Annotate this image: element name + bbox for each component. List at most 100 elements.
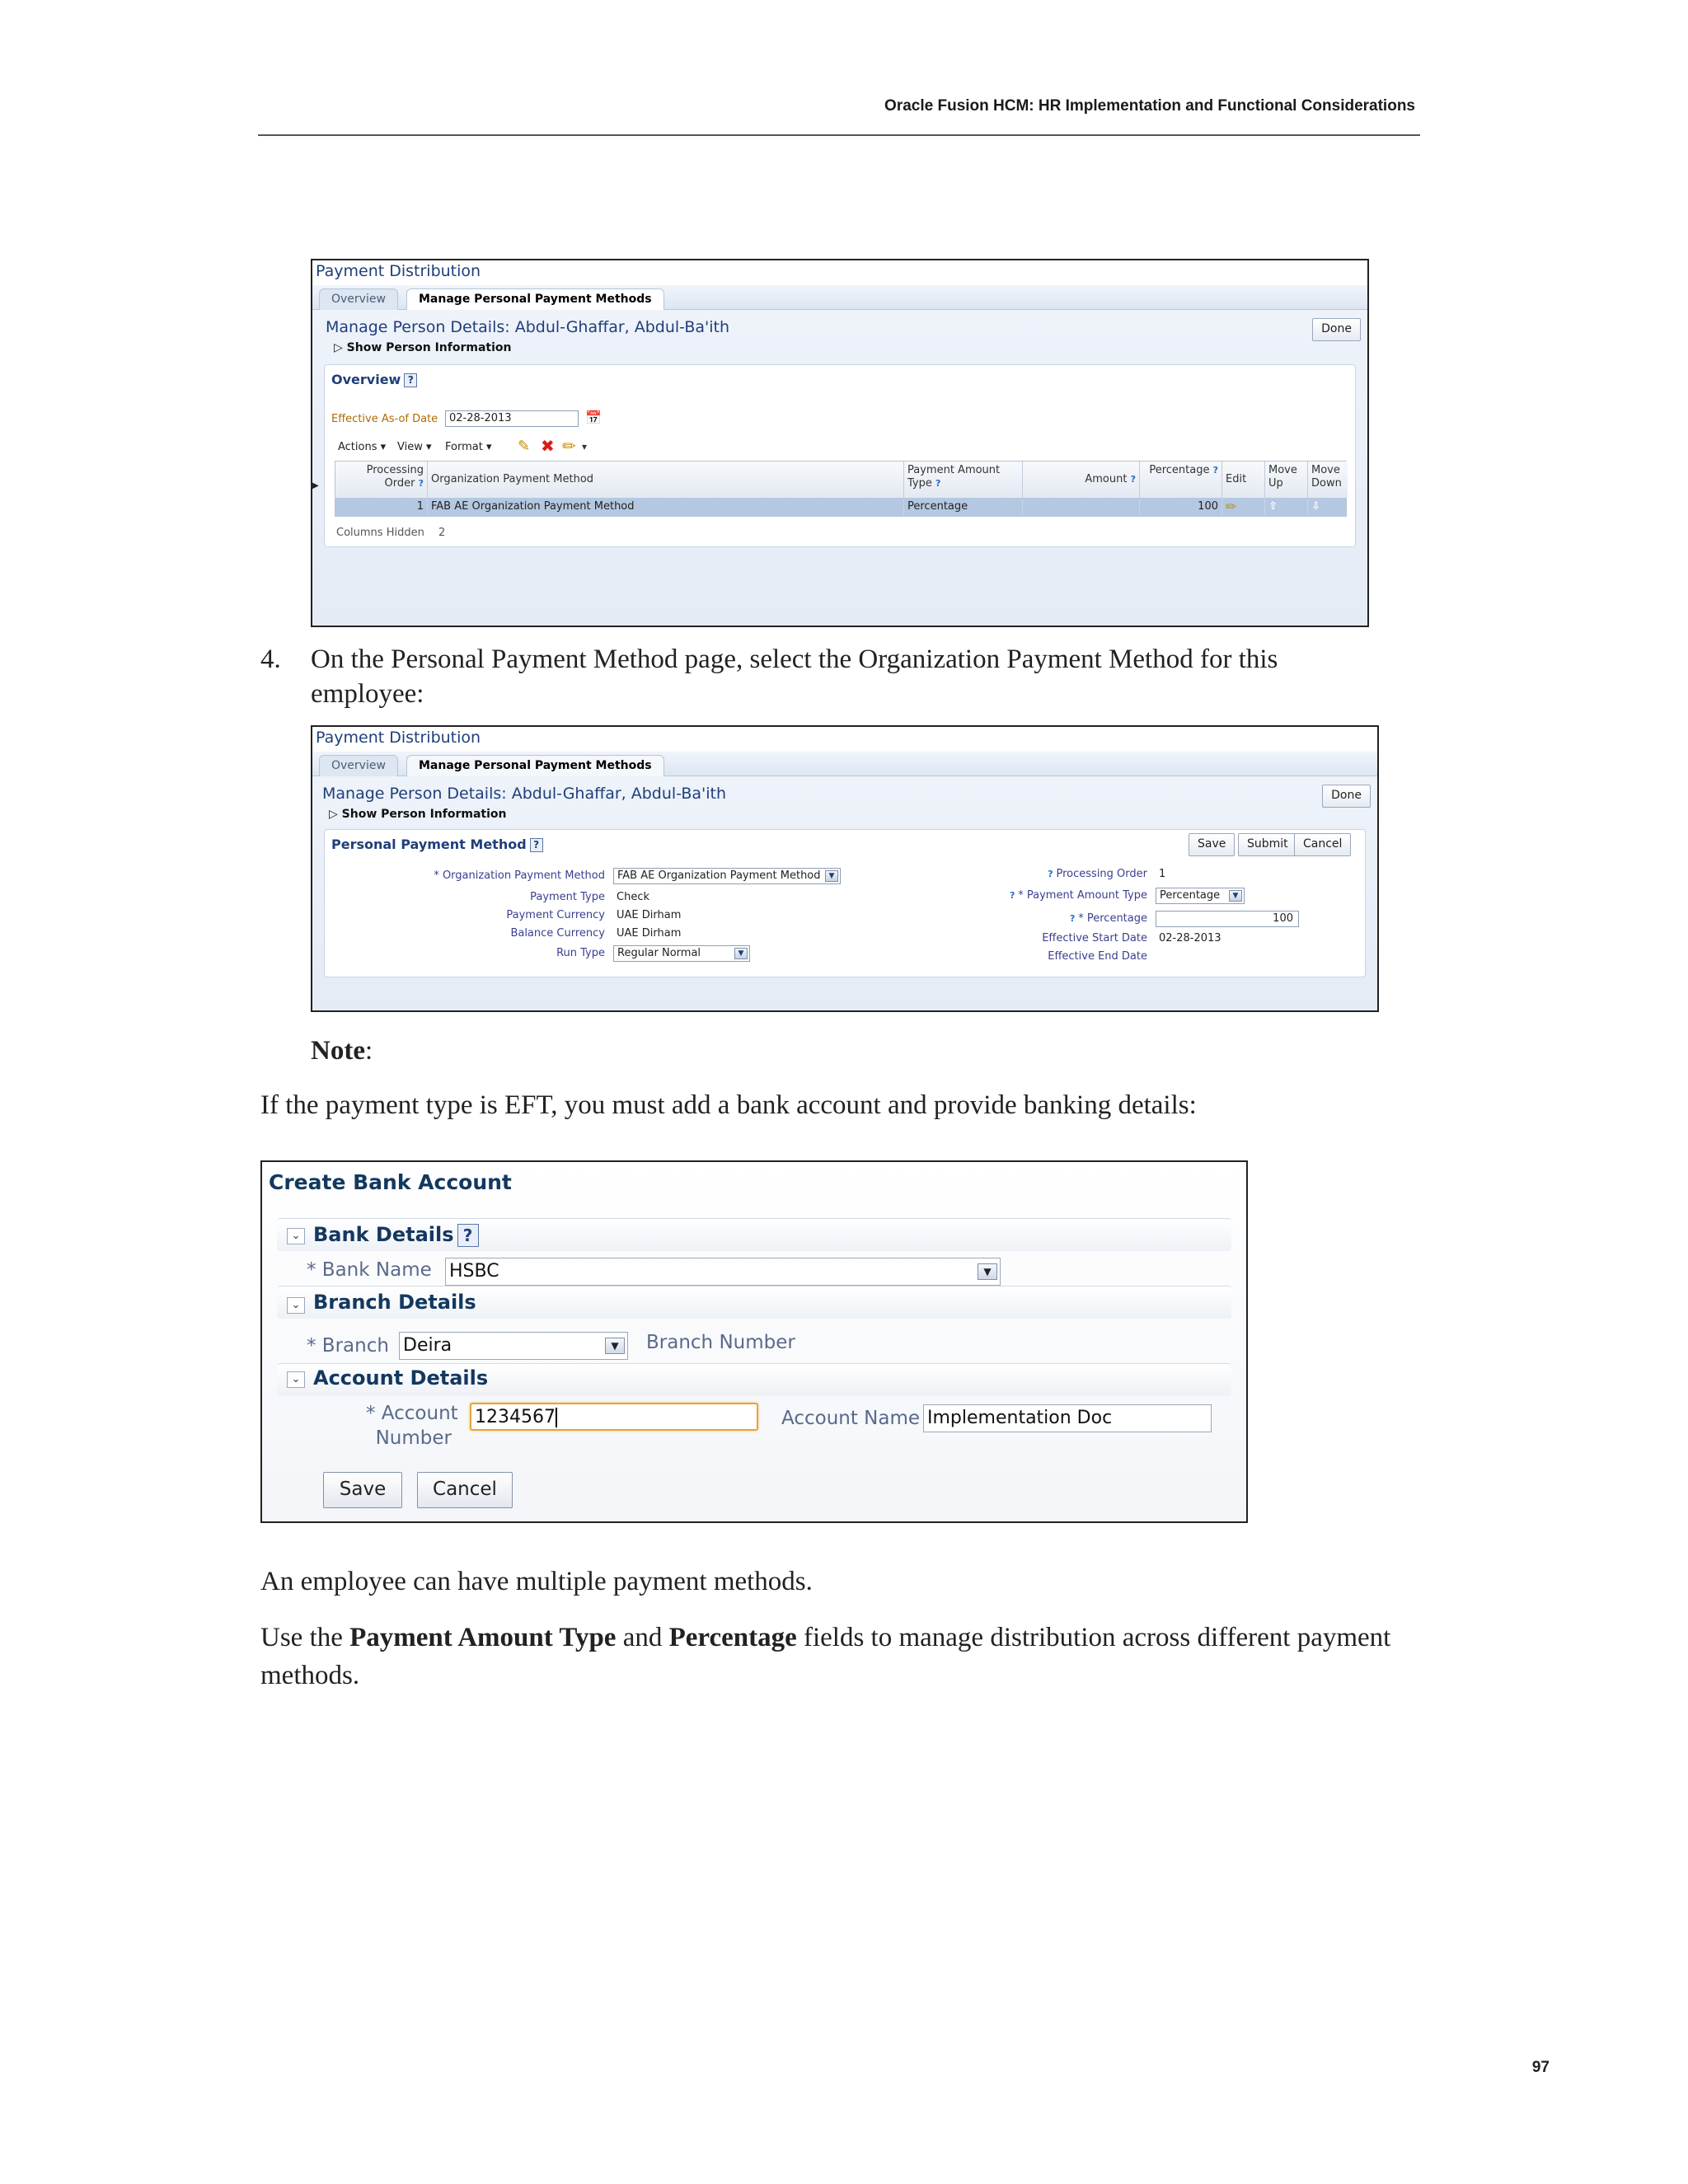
chevron-down-icon: ▼: [1229, 890, 1242, 902]
calendar-icon[interactable]: 📅: [585, 410, 602, 425]
cell-organization-payment-method: FAB AE Organization Payment Method: [428, 498, 904, 516]
help-icon[interactable]: ?: [457, 1224, 479, 1247]
done-button[interactable]: Done: [1322, 785, 1371, 808]
tab-manage-personal-payment-methods[interactable]: Manage Personal Payment Methods: [406, 755, 664, 776]
account-details-title: Account Details: [313, 1366, 489, 1390]
tab-overview[interactable]: Overview: [319, 288, 398, 310]
collapse-bank-details-icon[interactable]: ⌄: [287, 1228, 305, 1244]
bank-details-title: Bank Details?: [313, 1223, 479, 1247]
col-edit[interactable]: Edit: [1222, 462, 1265, 498]
move-down-arrow-icon[interactable]: ⇩: [1308, 498, 1348, 516]
payment-methods-table: Processing Order ? Organization Payment …: [335, 461, 1348, 517]
col-move-up[interactable]: Move Up: [1265, 462, 1308, 498]
screenshot-personal-payment-method: Payment Distribution Overview Manage Per…: [311, 725, 1379, 1012]
effective-end-date-label: Effective End Date: [1048, 950, 1147, 963]
account-number-label-line2: Number: [375, 1427, 452, 1449]
disclosure-triangle-icon: ▷: [329, 808, 338, 821]
balance-currency-value: UAE Dirham: [617, 927, 682, 940]
effective-date-label: Effective As-of Date: [331, 413, 438, 425]
tab-overview[interactable]: Overview: [319, 755, 398, 776]
page-heading: Manage Person Details: Abdul-Ghaffar, Ab…: [326, 318, 730, 336]
tab-bar: Overview Manage Personal Payment Methods: [312, 752, 1377, 776]
show-person-information-link[interactable]: ▷ Show Person Information: [334, 341, 511, 354]
effective-start-date-value: 02-28-2013: [1159, 932, 1221, 944]
delete-icon[interactable]: ✖: [541, 436, 555, 456]
payment-type-label: Payment Type: [530, 891, 605, 903]
paragraph-multiple-payment-methods: An employee can have multiple payment me…: [260, 1567, 813, 1596]
organization-payment-method-select[interactable]: FAB AE Organization Payment Method ▼: [613, 868, 841, 884]
account-name-label: Account Name: [781, 1408, 921, 1429]
show-person-information-link[interactable]: ▷ Show Person Information: [329, 808, 506, 821]
note-text: If the payment type is EFT, you must add…: [260, 1090, 1197, 1120]
format-menu[interactable]: Format ▾: [445, 441, 491, 453]
chevron-down-icon: ▼: [978, 1263, 997, 1280]
account-number-label: * Account: [366, 1403, 458, 1424]
col-organization-payment-method[interactable]: Organization Payment Method: [428, 462, 904, 498]
actions-menu[interactable]: Actions ▾: [338, 441, 386, 453]
percentage-label: ? * Percentage: [1070, 912, 1147, 925]
bank-name-select[interactable]: HSBC ▼: [445, 1258, 1001, 1286]
collapse-account-details-icon[interactable]: ⌄: [287, 1371, 305, 1388]
step-number: 4.: [260, 644, 281, 674]
branch-number-label: Branch Number: [646, 1332, 795, 1353]
run-type-select[interactable]: Regular Normal ▼: [613, 945, 750, 962]
balance-currency-label: Balance Currency: [510, 927, 605, 940]
run-type-label: Run Type: [556, 947, 605, 959]
done-button[interactable]: Done: [1312, 318, 1361, 341]
move-up-arrow-icon[interactable]: ⇧: [1265, 498, 1308, 516]
dialog-title: Create Bank Account: [269, 1170, 512, 1194]
chevron-down-icon: ▼: [734, 948, 748, 959]
account-number-input[interactable]: 1234567: [470, 1403, 758, 1431]
splitter-handle-icon[interactable]: ▶: [312, 481, 319, 490]
overview-panel: Overview? Effective As-of Date 02-28-201…: [324, 364, 1356, 547]
panel-title: Personal Payment Method?: [331, 837, 543, 852]
disclosure-triangle-icon: ▷: [334, 341, 343, 354]
col-amount[interactable]: Amount ?: [1023, 462, 1140, 498]
help-icon[interactable]: ?: [529, 838, 543, 852]
page-area: Manage Person Details: Abdul-Ghaffar, Ab…: [312, 310, 1367, 626]
app-title: Payment Distribution: [316, 729, 481, 747]
payment-currency-label: Payment Currency: [506, 909, 605, 921]
more-dropdown-icon[interactable]: ▾: [582, 441, 587, 452]
cell-percentage: 100: [1140, 498, 1222, 516]
text-cursor: [555, 1408, 557, 1427]
account-name-input[interactable]: Implementation Doc: [923, 1404, 1212, 1432]
payment-amount-type-label: ? * Payment Amount Type: [1010, 889, 1147, 902]
tab-manage-personal-payment-methods[interactable]: Manage Personal Payment Methods: [406, 288, 664, 310]
col-percentage[interactable]: Percentage ?: [1140, 462, 1222, 498]
col-move-down[interactable]: Move Down: [1308, 462, 1348, 498]
screenshot-create-bank-account: Create Bank Account ⌄ Bank Details? * Ba…: [260, 1160, 1248, 1523]
payment-amount-type-select[interactable]: Percentage ▼: [1156, 888, 1245, 904]
add-row-icon[interactable]: ✎: [518, 438, 530, 455]
personal-payment-method-panel: Personal Payment Method? Save Submit Can…: [324, 829, 1366, 977]
page-number: 97: [1531, 2059, 1550, 2076]
save-button[interactable]: Save: [323, 1472, 402, 1508]
effective-start-date-label: Effective Start Date: [1042, 932, 1147, 944]
payment-type-value: Check: [617, 891, 649, 903]
branch-select[interactable]: Deira ▼: [399, 1332, 628, 1360]
page-heading: Manage Person Details: Abdul-Ghaffar, Ab…: [322, 785, 727, 803]
note-label: Note:: [311, 1036, 373, 1066]
collapse-branch-details-icon[interactable]: ⌄: [287, 1297, 305, 1314]
cancel-button[interactable]: Cancel: [417, 1472, 513, 1508]
cancel-button[interactable]: Cancel: [1294, 833, 1352, 856]
row-edit-pencil-icon[interactable]: ✏: [1222, 498, 1265, 516]
chevron-down-icon: ▼: [605, 1338, 625, 1354]
col-processing-order[interactable]: Processing Order ?: [335, 462, 428, 498]
payment-currency-value: UAE Dirham: [617, 909, 682, 921]
cell-processing-order: 1: [335, 498, 428, 516]
view-menu[interactable]: View ▾: [397, 441, 432, 453]
cell-amount: [1023, 498, 1140, 516]
tab-bar: Overview Manage Personal Payment Methods: [312, 285, 1367, 310]
save-button[interactable]: Save: [1189, 833, 1236, 856]
table-row[interactable]: 1 FAB AE Organization Payment Method Per…: [335, 498, 1346, 516]
effective-date-input[interactable]: 02-28-2013: [445, 410, 579, 427]
document-header-title: Oracle Fusion HCM: HR Implementation and…: [884, 97, 1415, 115]
edit-pencil-icon[interactable]: ✏: [562, 436, 576, 456]
submit-button[interactable]: Submit: [1238, 833, 1297, 856]
help-icon[interactable]: ?: [404, 373, 418, 387]
step-text: On the Personal Payment Method page, sel…: [311, 644, 1278, 709]
col-payment-amount-type[interactable]: Payment Amount Type ?: [904, 462, 1023, 498]
percentage-input[interactable]: 100: [1156, 911, 1299, 927]
bank-name-label: * Bank Name: [307, 1259, 432, 1281]
